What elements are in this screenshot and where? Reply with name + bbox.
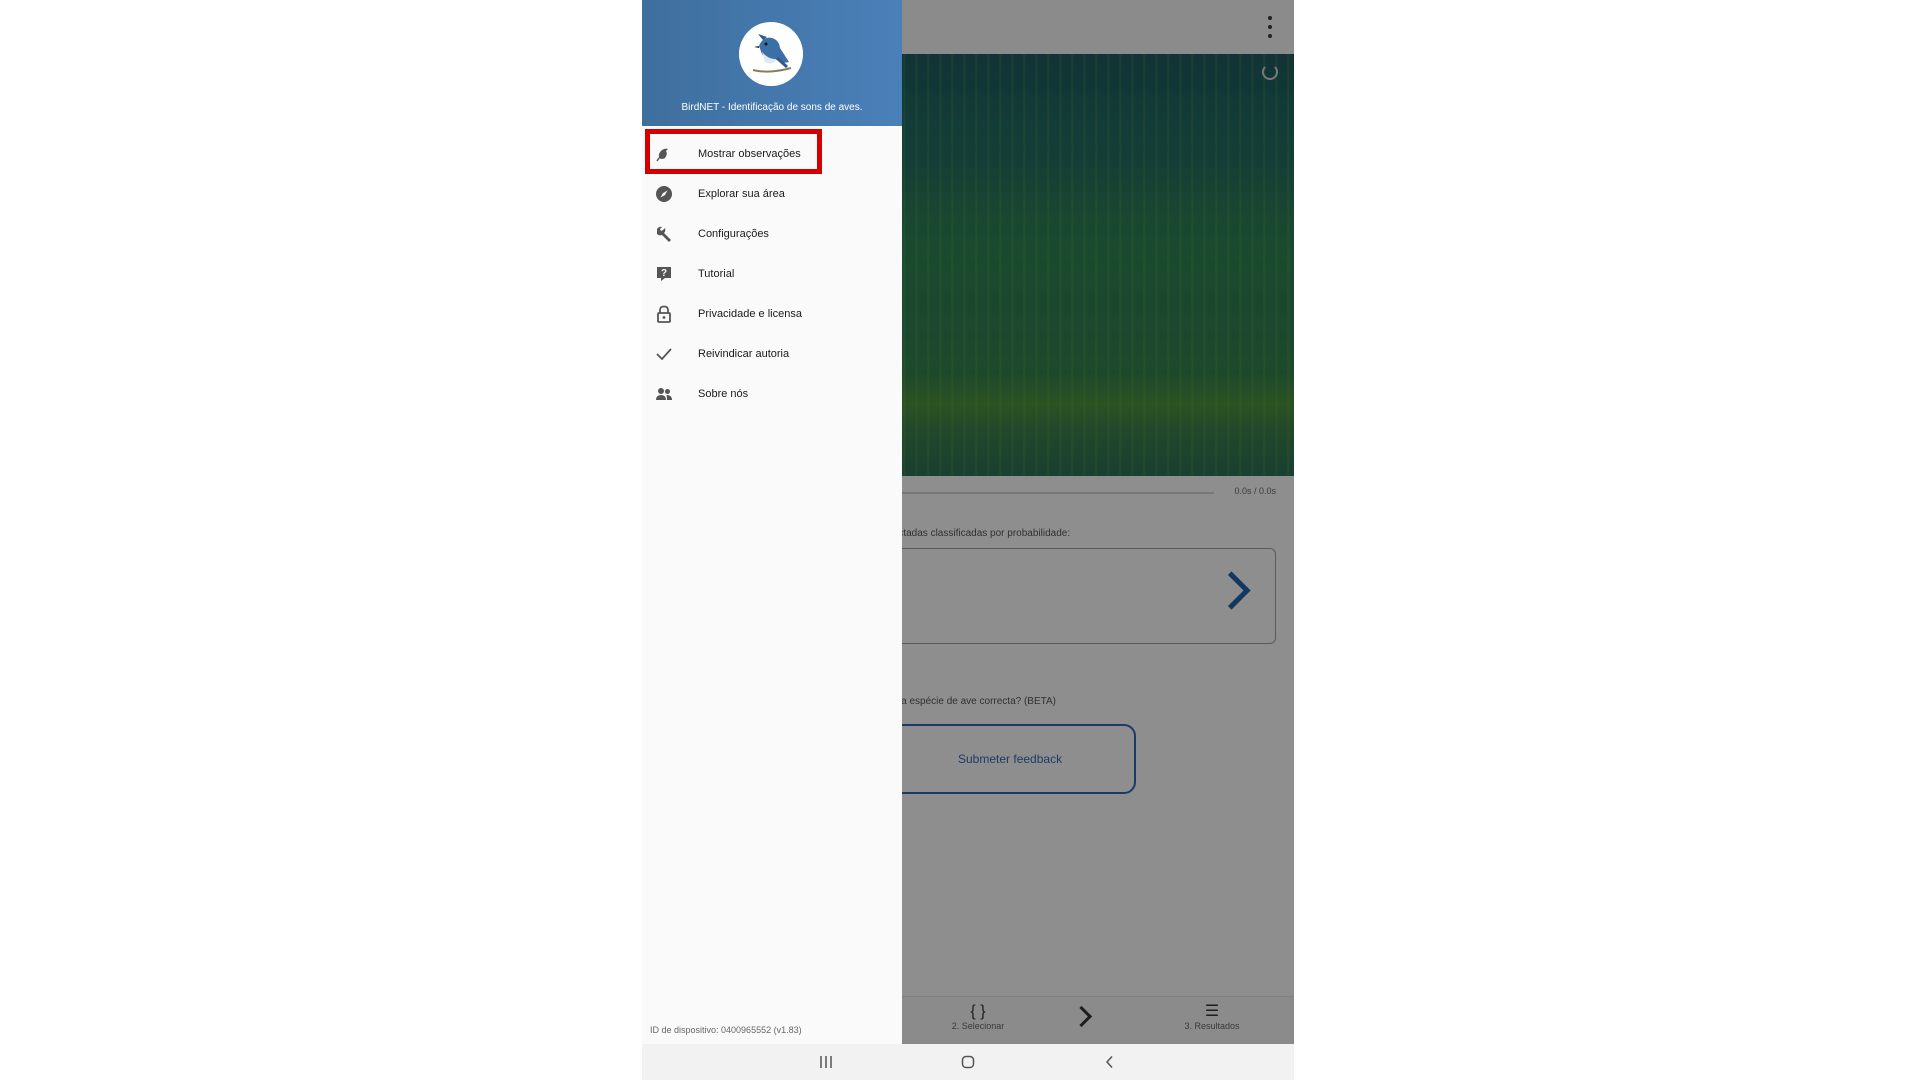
navigation-drawer: BirdNET - Identificação de sons de aves.… (642, 0, 902, 1044)
menu-item-show-observations[interactable]: Mostrar observações (642, 134, 902, 174)
menu-label: Privacidade e licensa (698, 308, 802, 320)
drawer-title: BirdNET - Identificação de sons de aves. (681, 102, 863, 113)
recent-apps-icon[interactable] (816, 1053, 836, 1071)
lock-icon (654, 304, 674, 324)
menu-item-explore-area[interactable]: Explorar sua área (642, 174, 902, 214)
system-nav-bar (642, 1044, 1294, 1080)
menu-label: Sobre nós (698, 388, 749, 400)
menu-item-settings[interactable]: Configurações (642, 214, 902, 254)
menu-item-privacy[interactable]: Privacidade e licensa (642, 294, 902, 334)
bird-icon (654, 144, 674, 164)
compass-icon (654, 184, 674, 204)
drawer-menu: Mostrar observações Explorar sua área Co… (642, 134, 902, 414)
check-icon (654, 344, 674, 364)
drawer-header: BirdNET - Identificação de sons de aves. (642, 0, 902, 126)
menu-label: Reivindicar autoria (698, 348, 790, 360)
device-id: ID de dispositivo: 0400965552 (v1.83) (650, 1025, 802, 1035)
menu-label: Configurações (698, 228, 769, 240)
menu-item-claim-authorship[interactable]: Reivindicar autoria (642, 334, 902, 374)
wrench-icon (654, 224, 674, 244)
home-icon[interactable] (958, 1053, 978, 1071)
phone-screen: 0.0s / 0.0s tectadas classificadas por p… (642, 0, 1294, 1080)
menu-label: Mostrar observações (698, 148, 801, 160)
help-icon: ? (654, 264, 674, 284)
menu-label: Explorar sua área (698, 188, 785, 200)
menu-item-about-us[interactable]: Sobre nós (642, 374, 902, 414)
bird-logo (739, 22, 803, 86)
people-icon (654, 384, 674, 404)
svg-text:?: ? (661, 268, 667, 279)
menu-label: Tutorial (698, 268, 735, 280)
back-icon[interactable] (1100, 1053, 1120, 1071)
menu-item-tutorial[interactable]: ? Tutorial (642, 254, 902, 294)
